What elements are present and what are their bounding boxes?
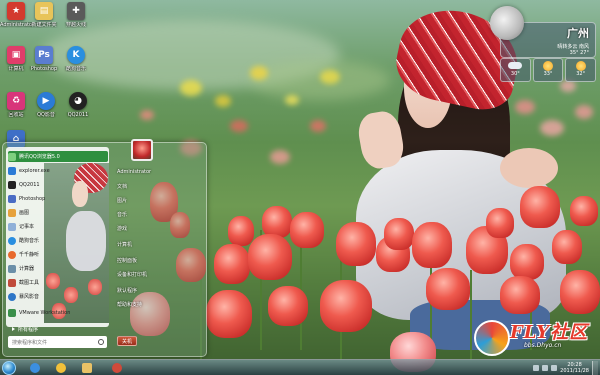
qqplayer-icon: ▶ <box>37 92 55 110</box>
ttplayer-icon <box>8 250 16 259</box>
browser-icon <box>8 152 16 161</box>
start-menu-item[interactable]: VMware Workstation <box>8 307 108 318</box>
desktop-icon[interactable]: ♻ 回收站 <box>0 92 32 118</box>
logo-url: bbs.Dhyo.cn <box>524 342 562 349</box>
start-menu-item[interactable]: 截图工具 <box>8 277 108 288</box>
clock[interactable]: 20:28 2011/11/28 <box>560 362 589 374</box>
start-menu-item[interactable]: Photoshop <box>8 193 108 204</box>
sun-icon <box>543 61 553 71</box>
cloud-icon <box>508 62 523 69</box>
logo-swirl-icon <box>474 320 510 356</box>
cf-game-icon: ✚ <box>67 2 85 20</box>
folder-user-icon: ★ <box>7 2 25 20</box>
snipping-icon <box>8 278 16 287</box>
recycle-bin-icon: ♻ <box>7 92 25 110</box>
paint-icon <box>8 208 16 217</box>
start-menu-programs: 腾讯QQ浏览器5.0 explorer.exe QQ2011 Photoshop… <box>6 147 109 327</box>
start-search-input[interactable]: 搜索程序和文件 <box>8 336 107 348</box>
start-menu-item[interactable]: 暴风影音 <box>8 291 108 302</box>
system-tray: 20:28 2011/11/28 <box>533 361 598 375</box>
weather-gadget[interactable]: 广州 晴转多云 南风 35° 27° 30° 33° 32° <box>490 6 597 90</box>
desktop-icon[interactable]: Ps Photoshop <box>28 46 60 72</box>
start-menu-item[interactable]: QQ2011 <box>8 179 108 190</box>
weather-city: 广州 <box>567 27 589 40</box>
kugou-icon <box>8 236 16 245</box>
start-menu-item[interactable]: 酷狗音乐 <box>8 235 108 246</box>
photoshop-icon: Ps <box>35 46 53 64</box>
girl-shoulder <box>500 148 558 188</box>
weather-temperature: 35° 27° <box>569 50 589 56</box>
taskbar-ie-button[interactable] <box>24 361 46 375</box>
desktop-icon[interactable]: ✚ 穿越火线 <box>60 2 92 28</box>
forecast-day: 30° <box>500 58 531 82</box>
avatar[interactable] <box>131 139 153 161</box>
qq-icon <box>56 363 66 373</box>
storm-player-icon <box>8 292 16 301</box>
start-menu: 腾讯QQ浏览器5.0 explorer.exe QQ2011 Photoshop… <box>2 139 207 357</box>
folder-icon <box>82 363 92 373</box>
start-button[interactable] <box>2 361 16 375</box>
places-item-help[interactable]: 帮助和支持 <box>117 299 142 309</box>
kugou-icon: K <box>67 46 85 64</box>
fly-community-logo: FLY社区 bbs.Dhyo.cn <box>474 318 594 362</box>
all-programs-button[interactable]: 所有程序 <box>6 324 109 334</box>
taskbar-explorer-button[interactable] <box>76 361 98 375</box>
calculator-icon <box>8 264 16 273</box>
desktop-icon[interactable]: ◕ QQ2011 <box>62 92 94 118</box>
photoshop-icon <box>8 194 16 203</box>
network-icon[interactable] <box>542 365 549 371</box>
flag-icon[interactable] <box>533 365 540 371</box>
forecast-day: 33° <box>532 58 564 82</box>
weather-forecast: 30° 33° 32° <box>500 58 597 82</box>
weather-description: 晴转多云 南风 <box>557 44 589 50</box>
forecast-day: 32° <box>565 58 597 82</box>
taskbar-player-button[interactable] <box>106 361 128 375</box>
sun-icon <box>575 61 586 71</box>
places-item-user[interactable]: Administrator <box>117 167 151 177</box>
taskbar-qq-button[interactable] <box>50 361 72 375</box>
folder-icon: ▤ <box>35 2 53 20</box>
start-menu-item[interactable]: 腾讯QQ浏览器5.0 <box>8 151 108 162</box>
qq-icon: ◕ <box>69 92 87 110</box>
explorer-icon <box>8 166 16 175</box>
places-item-music[interactable]: 音乐 <box>117 209 127 219</box>
logo-brand: FLY社区 <box>510 322 589 343</box>
show-desktop-button[interactable] <box>592 361 598 375</box>
places-item-default-programs[interactable]: 默认程序 <box>117 285 137 295</box>
ie-icon <box>30 363 40 373</box>
chevron-right-icon <box>12 327 15 331</box>
media-player-icon <box>112 363 122 373</box>
places-item-computer[interactable]: 计算机 <box>117 239 132 249</box>
qq-icon <box>8 180 16 189</box>
desktop-icon[interactable]: ▤ 新建文件夹 <box>28 2 60 28</box>
places-item-documents[interactable]: 文档 <box>117 181 127 191</box>
start-menu-item[interactable]: explorer.exe <box>8 165 108 176</box>
places-item-control-panel[interactable]: 控制面板 <box>117 255 137 265</box>
taskbar: 20:28 2011/11/28 <box>0 359 600 375</box>
vmware-icon <box>8 308 16 317</box>
shutdown-area: 关机 <box>117 335 138 347</box>
moon-icon <box>490 6 524 40</box>
search-icon <box>98 339 104 345</box>
places-item-games[interactable]: 游戏 <box>117 223 127 233</box>
volume-icon[interactable] <box>551 365 558 371</box>
places-item-pictures[interactable]: 图片 <box>117 195 127 205</box>
shutdown-button[interactable]: 关机 <box>117 336 138 346</box>
desktop-icon[interactable]: ▶ QQ影音 <box>30 92 62 118</box>
places-item-devices[interactable]: 设备和打印机 <box>117 269 147 279</box>
start-menu-item[interactable]: 记事本 <box>8 221 108 232</box>
start-menu-places: Administrator 文档 图片 音乐 游戏 计算机 控制面板 设备和打印… <box>113 139 205 347</box>
start-menu-item[interactable]: 计算器 <box>8 263 108 274</box>
start-menu-item[interactable]: 画图 <box>8 207 108 218</box>
start-menu-item[interactable]: 千千静听 <box>8 249 108 260</box>
computer-icon: ▣ <box>7 46 25 64</box>
desktop-icon[interactable]: K 酷狗音乐 <box>60 46 92 72</box>
notepad-icon <box>8 222 16 231</box>
